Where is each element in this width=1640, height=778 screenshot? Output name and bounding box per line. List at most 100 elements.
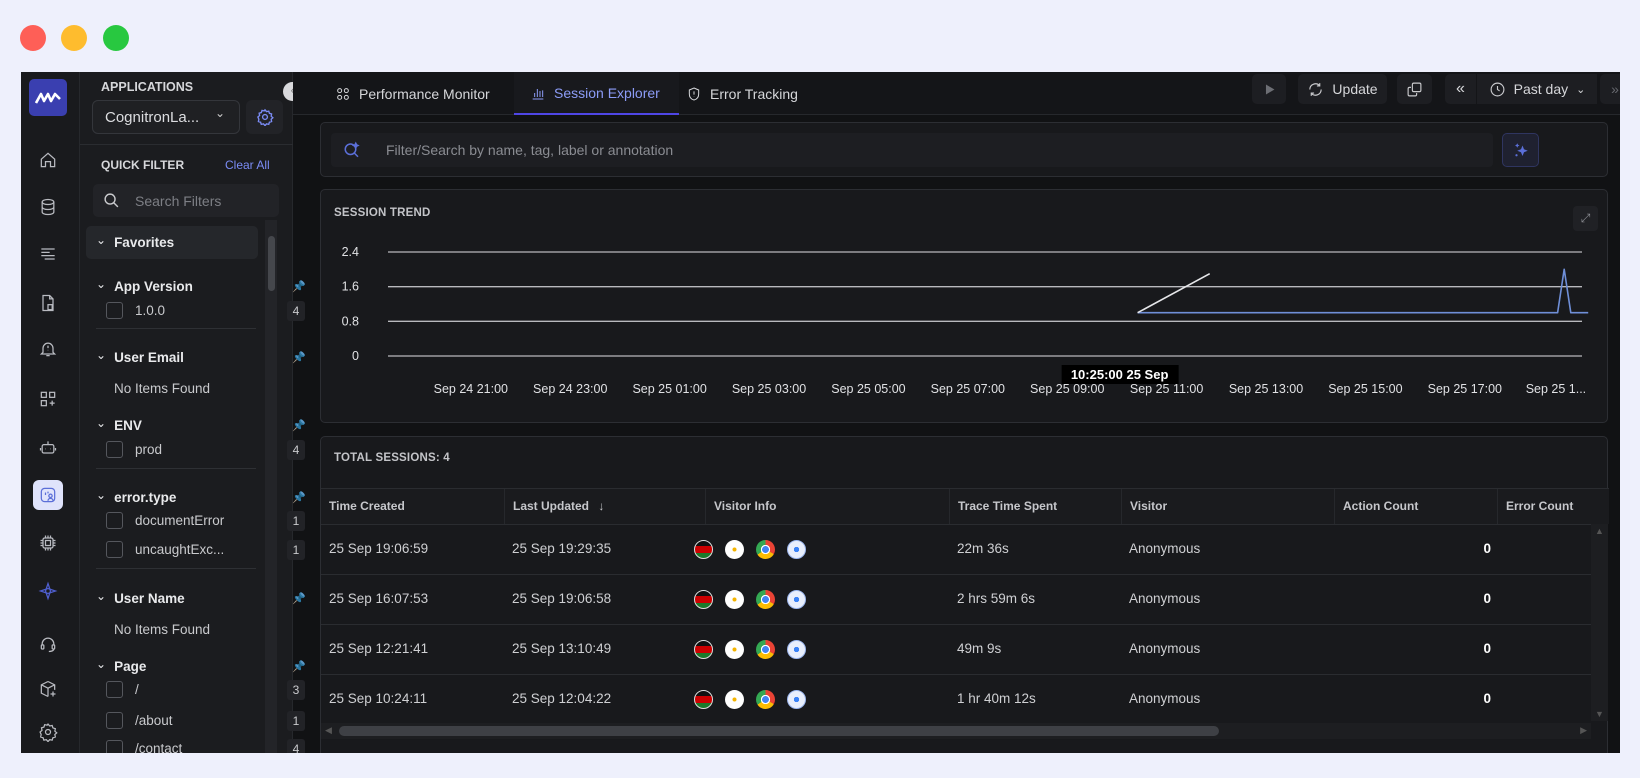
filter-section-toggle[interactable]: error.type <box>96 490 256 505</box>
chrome-icon[interactable] <box>756 590 775 609</box>
chrome-icon[interactable] <box>756 690 775 709</box>
kenya-flag-icon[interactable] <box>694 590 713 609</box>
column-header-visitor-info[interactable]: Visitor Info <box>705 489 949 524</box>
tab-session-explorer[interactable]: Session Explorer <box>514 72 679 115</box>
replay-icon[interactable] <box>787 590 806 609</box>
rail-item-chip[interactable] <box>33 528 63 558</box>
chip-icon <box>40 535 56 551</box>
filter-section-toggle[interactable]: User Email <box>96 350 256 365</box>
column-header-label: Trace Time Spent <box>958 499 1058 513</box>
filter-section-toggle[interactable]: User Name <box>96 591 256 606</box>
table-row[interactable]: 25 Sep 12:21:41 25 Sep 13:10:49 49m 9s Anon… <box>321 624 1591 674</box>
panel-scrollbar[interactable] <box>265 220 277 753</box>
sessions-table-card: TOTAL SESSIONS: 4 Time Created Last Updat… <box>320 436 1609 753</box>
ai-assist-button[interactable] <box>1502 133 1539 167</box>
tab-error-tracking[interactable]: Error Tracking <box>670 72 814 115</box>
table-row[interactable]: 25 Sep 10:24:11 25 Sep 12:04:22 1 hr 40m 1… <box>321 674 1591 724</box>
rail-item-robot[interactable] <box>33 433 63 463</box>
filter-checkbox[interactable] <box>106 302 123 319</box>
rail-item-session-explorer[interactable] <box>33 480 63 510</box>
filter-checkbox[interactable] <box>106 512 123 529</box>
replay-icon[interactable] <box>787 540 806 559</box>
replay-icon[interactable] <box>787 640 806 659</box>
add-package-icon <box>40 680 56 698</box>
clear-all-link[interactable]: Clear All <box>225 158 270 172</box>
filter-section-toggle[interactable]: App Version <box>96 279 256 294</box>
column-header-last-updated[interactable]: Last Updated ↓ <box>504 489 705 524</box>
cell-action-count: 0 <box>1483 641 1491 656</box>
favorites-section-toggle[interactable]: Favorites <box>96 235 256 250</box>
time-range-label: Past day <box>1513 81 1569 97</box>
update-button[interactable]: Update <box>1298 74 1387 104</box>
x-tick-label: Sep 25 11:00 <box>1130 382 1203 396</box>
minimize-window-button[interactable] <box>61 25 87 51</box>
rail-item-headset[interactable] <box>33 629 63 659</box>
x-tick-label: Sep 25 07:00 <box>931 382 1005 396</box>
table-row[interactable]: 25 Sep 16:07:53 25 Sep 19:06:58 2 hrs 59m … <box>321 574 1591 624</box>
kenya-flag-icon[interactable] <box>694 640 713 659</box>
rail-item-database[interactable] <box>33 192 63 222</box>
x-tick-label: Sep 25 03:00 <box>732 382 806 396</box>
time-range-select[interactable]: Past day ⌄ <box>1477 74 1597 104</box>
panel-divider <box>80 144 293 145</box>
arrow-down-icon[interactable]: ↓ <box>598 499 604 513</box>
filter-section-toggle[interactable]: ENV <box>96 418 256 433</box>
rail-item-logs[interactable] <box>33 239 63 269</box>
column-header-time-created[interactable]: Time Created <box>321 489 504 524</box>
scrollbar-thumb[interactable] <box>268 236 275 291</box>
table-row[interactable]: 25 Sep 19:06:59 25 Sep 19:29:35 22m 36s Ano… <box>321 524 1591 574</box>
filter-checkbox[interactable] <box>106 441 123 458</box>
filter-checkbox[interactable] <box>106 681 123 698</box>
brand-logo[interactable] <box>29 79 67 116</box>
apps-grid-icon <box>337 87 349 100</box>
filter-checkbox[interactable] <box>106 541 123 558</box>
chrome-icon[interactable] <box>756 640 775 659</box>
headset-icon <box>40 637 56 653</box>
update-label: Update <box>1332 81 1378 97</box>
filter-checkbox[interactable] <box>106 712 123 729</box>
maximize-window-button[interactable] <box>103 25 129 51</box>
application-select[interactable]: CognitronLa... ⌄ <box>92 100 240 134</box>
cell-action-count: 0 <box>1483 591 1491 606</box>
time-back-button[interactable]: « <box>1445 74 1476 104</box>
close-window-button[interactable] <box>20 25 46 51</box>
cell-visitor: Anonymous <box>1129 591 1201 606</box>
cell-visitor: Anonymous <box>1129 691 1201 706</box>
filter-section-toggle[interactable]: Page <box>96 659 256 674</box>
kenya-flag-icon[interactable] <box>694 540 713 559</box>
chrome-icon[interactable] <box>756 540 775 559</box>
play-button[interactable] <box>1252 74 1286 104</box>
column-header-trace-time-spent[interactable]: Trace Time Spent <box>949 489 1121 524</box>
document-icon <box>42 294 54 312</box>
time-forward-button[interactable]: » <box>1600 74 1620 104</box>
windows-icon[interactable] <box>725 540 744 559</box>
vertical-scrollbar[interactable]: ▲ ▼ <box>1591 524 1608 721</box>
filter-search-box[interactable]: Search Filters <box>93 184 279 217</box>
column-header-visitor[interactable]: Visitor <box>1121 489 1334 524</box>
tab-performance-monitor[interactable]: Performance Monitor <box>319 72 506 115</box>
rail-item-ai-sparkle[interactable] <box>33 576 63 606</box>
windows-icon[interactable] <box>725 590 744 609</box>
copy-button[interactable] <box>1397 74 1432 104</box>
rail-item-add-dashboard[interactable] <box>33 384 63 414</box>
copy-icon <box>1407 82 1422 96</box>
rail-item-add-package[interactable] <box>33 674 63 704</box>
filter-checkbox[interactable] <box>106 740 123 753</box>
rail-item-document[interactable] <box>33 288 63 318</box>
column-header-label: Visitor <box>1130 499 1168 513</box>
scrollbar-thumb[interactable] <box>339 726 1219 736</box>
app-settings-button[interactable] <box>246 100 283 134</box>
annotation-search-input[interactable]: Filter/Search by name, tag, label or ann… <box>331 133 1493 167</box>
rail-item-settings[interactable] <box>33 717 63 747</box>
windows-icon[interactable] <box>725 690 744 709</box>
horizontal-scrollbar[interactable]: ◀ ▶ <box>321 723 1591 739</box>
rail-item-home[interactable] <box>33 145 63 175</box>
kenya-flag-icon[interactable] <box>694 690 713 709</box>
filter-search-placeholder: Search Filters <box>135 193 222 209</box>
annotation-search-placeholder: Filter/Search by name, tag, label or ann… <box>386 142 674 158</box>
windows-icon[interactable] <box>725 640 744 659</box>
rail-item-alert-bell[interactable] <box>33 334 63 364</box>
column-header-error-count[interactable]: Error Count <box>1497 489 1591 524</box>
replay-icon[interactable] <box>787 690 806 709</box>
column-header-action-count[interactable]: Action Count <box>1334 489 1497 524</box>
